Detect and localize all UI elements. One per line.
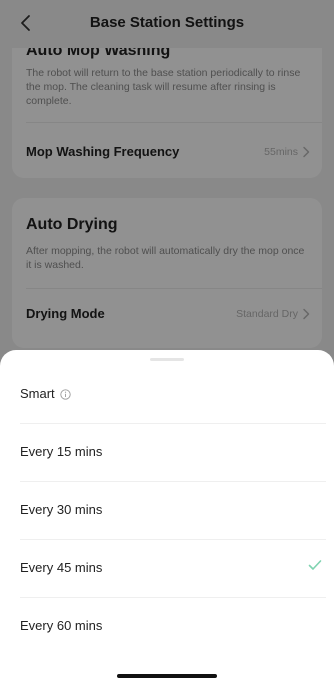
option-label: Every 15 mins bbox=[20, 444, 103, 459]
frequency-bottom-sheet: Smart Every 15 mins Every 30 mins Every … bbox=[0, 350, 334, 684]
option-label: Every 30 mins bbox=[20, 502, 103, 517]
option-every-45-mins[interactable]: Every 45 mins bbox=[0, 540, 334, 598]
option-label: Every 45 mins bbox=[20, 560, 103, 575]
info-icon[interactable] bbox=[60, 389, 71, 400]
checkmark-icon bbox=[308, 559, 322, 571]
option-every-30-mins[interactable]: Every 30 mins bbox=[0, 482, 334, 540]
option-label: Every 60 mins bbox=[20, 618, 103, 633]
option-every-60-mins[interactable]: Every 60 mins bbox=[0, 598, 334, 656]
home-indicator bbox=[117, 674, 217, 678]
option-label: Smart bbox=[20, 386, 55, 401]
sheet-grabber[interactable] bbox=[150, 358, 184, 361]
option-smart[interactable]: Smart bbox=[0, 366, 334, 424]
option-every-15-mins[interactable]: Every 15 mins bbox=[0, 424, 334, 482]
